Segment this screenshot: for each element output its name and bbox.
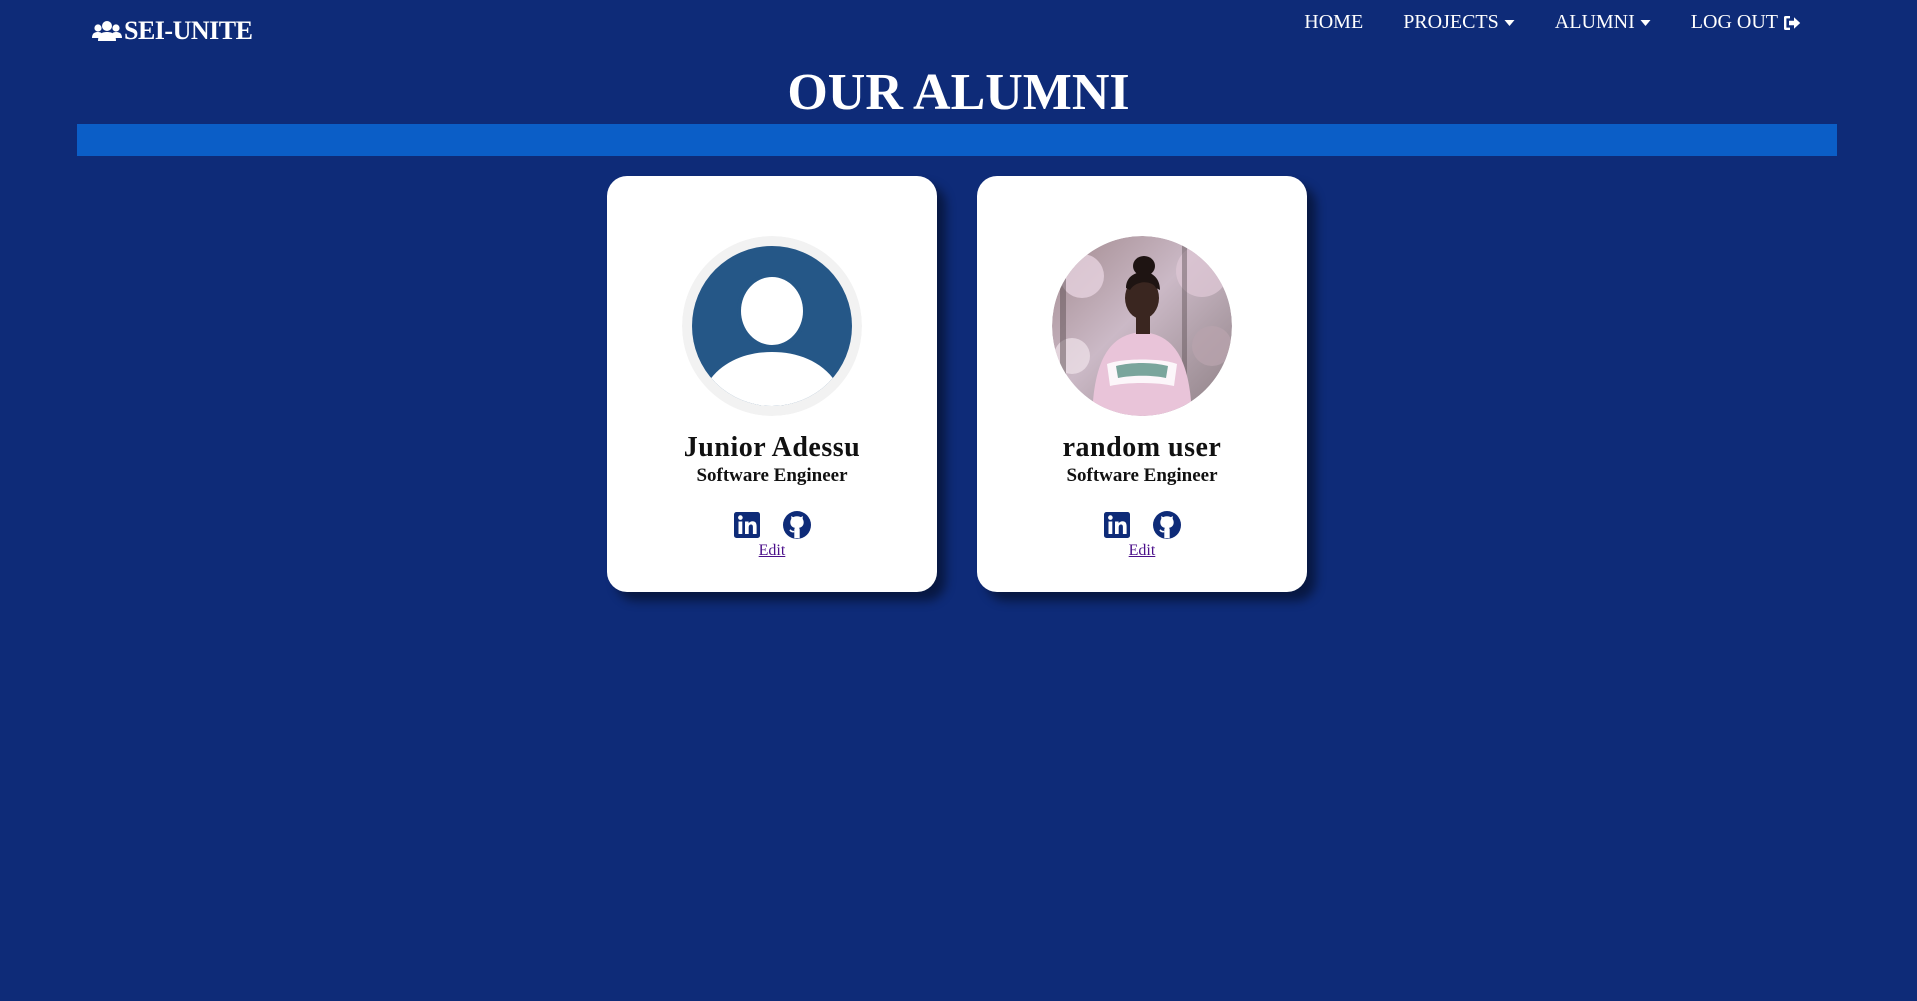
title-underline-bar bbox=[77, 124, 1837, 156]
social-links bbox=[977, 510, 1307, 540]
nav-alumni-dropdown[interactable]: ALUMNI bbox=[1555, 11, 1651, 34]
users-icon bbox=[92, 21, 122, 41]
github-icon[interactable] bbox=[782, 510, 812, 540]
caret-down-icon bbox=[1504, 19, 1515, 26]
alumni-card: Junior Adessu Software Engineer Edit bbox=[607, 176, 937, 592]
brand-name: SEI-UNITE bbox=[124, 16, 253, 45]
caret-down-icon bbox=[1640, 19, 1651, 26]
nav-links: HOME PROJECTS ALUMNI LOG OUT bbox=[1304, 11, 1801, 34]
alumni-role: Software Engineer bbox=[1066, 465, 1218, 486]
avatar bbox=[1052, 236, 1232, 416]
nav-logout[interactable]: LOG OUT bbox=[1691, 11, 1801, 34]
alumni-name: Junior Adessu bbox=[683, 432, 861, 463]
github-icon[interactable] bbox=[1152, 510, 1182, 540]
navbar: SEI-UNITE HOME PROJECTS ALUMNI LOG OUT bbox=[0, 0, 1917, 60]
alumni-role: Software Engineer bbox=[696, 465, 848, 486]
social-links bbox=[607, 510, 937, 540]
nav-alumni-label: ALUMNI bbox=[1554, 11, 1635, 33]
profile-photo bbox=[1052, 236, 1232, 416]
avatar bbox=[682, 236, 862, 416]
alumni-card-list: Junior Adessu Software Engineer Edit ran… bbox=[607, 176, 1307, 592]
nav-home[interactable]: HOME bbox=[1304, 11, 1363, 34]
linkedin-icon[interactable] bbox=[732, 510, 762, 540]
alumni-card: random user Software Engineer Edit bbox=[977, 176, 1307, 592]
nav-projects-dropdown[interactable]: PROJECTS bbox=[1403, 11, 1515, 34]
nav-projects-label: PROJECTS bbox=[1403, 11, 1499, 33]
nav-home-label: HOME bbox=[1304, 11, 1364, 33]
page-title: OUR ALUMNI bbox=[787, 64, 1130, 121]
default-avatar-icon bbox=[682, 236, 862, 416]
sign-out-icon bbox=[1784, 15, 1801, 30]
edit-link[interactable]: Edit bbox=[607, 542, 937, 560]
brand-logo-link[interactable]: SEI-UNITE bbox=[92, 16, 253, 46]
linkedin-icon[interactable] bbox=[1102, 510, 1132, 540]
nav-logout-label: LOG OUT bbox=[1690, 11, 1778, 33]
edit-link[interactable]: Edit bbox=[977, 542, 1307, 560]
alumni-name: random user bbox=[1062, 432, 1222, 463]
